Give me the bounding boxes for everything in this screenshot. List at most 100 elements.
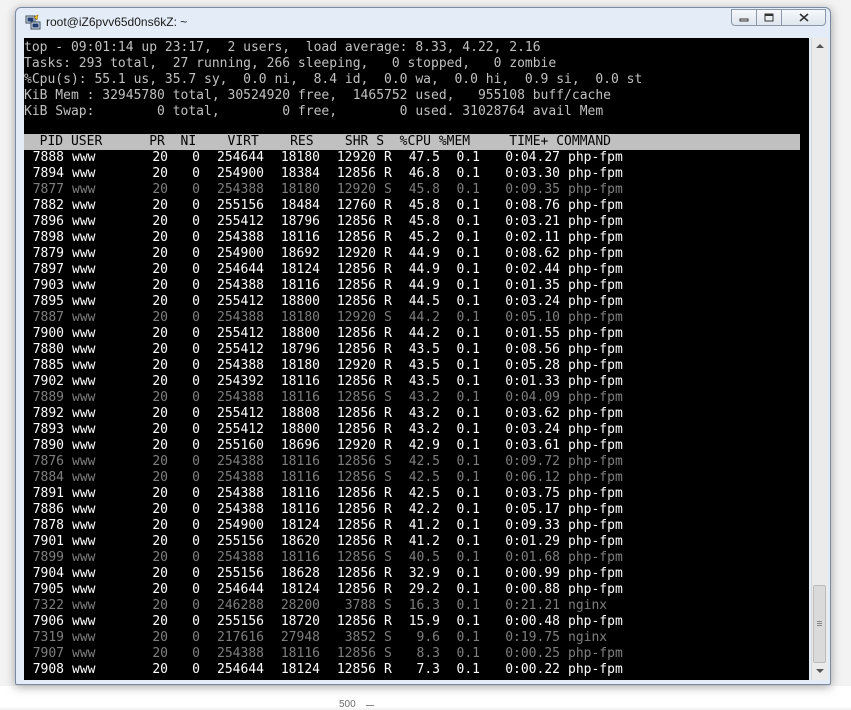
maximize-button[interactable] (756, 9, 782, 26)
process-virt-cell: 254900 (217, 246, 264, 261)
process-ni-cell: 0 (192, 166, 200, 181)
process-pid-cell: 7887 (32, 310, 64, 325)
minimize-button[interactable] (731, 9, 757, 26)
process-pid-cell: 7900 (32, 326, 64, 341)
process-time-cell: 0:04.09 (505, 390, 560, 405)
scroll-up-button[interactable] (812, 38, 828, 54)
process-cmd-cell: php-fpm (568, 646, 623, 661)
process-row: 7885 www 20 0 254388 18180 12920 R 43.5 0.1 0:05.2… (24, 358, 804, 374)
process-time-cell: 0:09.33 (505, 518, 560, 533)
process-table-header-text: PID USER PR NI VIRT RES SHR S %CPU %MEM … (24, 134, 611, 149)
process-cmd-cell: php-fpm (568, 182, 623, 197)
process-res-cell: 18628 (280, 566, 320, 581)
process-cmd-cell: nginx (568, 630, 608, 645)
process-cpu-cell: 42.2 (408, 502, 440, 517)
process-user-cell: www (72, 630, 96, 645)
process-res-cell: 18808 (280, 406, 320, 421)
process-virt-cell: 255412 (217, 326, 264, 341)
terminal-screen[interactable]: top - 09:01:14 up 23:17, 2 users, load a… (24, 38, 809, 680)
scroll-thumb[interactable] (813, 585, 826, 663)
process-user-cell: www (72, 566, 96, 581)
process-row: 7893 www 20 0 255412 18800 12856 R 43.2 0.1 0:03.2… (24, 422, 804, 438)
process-res-cell: 18116 (280, 374, 320, 389)
process-pr-cell: 20 (152, 422, 168, 437)
process-res-cell: 18116 (280, 390, 320, 405)
process-cmd-cell: php-fpm (568, 342, 623, 357)
process-mem-cell: 0.1 (456, 214, 480, 229)
process-cmd-cell: php-fpm (568, 278, 623, 293)
title-bar[interactable]: root@iZ6pvv65d0ns6kZ: ~ (16, 8, 830, 38)
process-row: 7903 www 20 0 254388 18116 12856 R 44.9 0.1 0:01.3… (24, 278, 804, 294)
process-pr-cell: 20 (152, 390, 168, 405)
window-title: root@iZ6pvv65d0ns6kZ: ~ (46, 15, 188, 29)
process-s-cell: R (384, 246, 392, 261)
process-res-cell: 18800 (280, 326, 320, 341)
process-res-cell: 18180 (280, 182, 320, 197)
process-cpu-cell: 41.2 (408, 534, 440, 549)
process-shr-cell: 12856 (336, 534, 376, 549)
process-pid-cell: 7905 (32, 582, 64, 597)
process-ni-cell: 0 (192, 150, 200, 165)
process-pid-cell: 7885 (32, 358, 64, 373)
process-cmd-cell: php-fpm (568, 310, 623, 325)
process-pr-cell: 20 (152, 246, 168, 261)
process-s-cell: S (384, 390, 392, 405)
process-time-cell: 0:08.56 (505, 342, 560, 357)
process-pr-cell: 20 (152, 278, 168, 293)
process-res-cell: 18484 (280, 198, 320, 213)
process-row: 7896 www 20 0 255412 18796 12856 R 45.8 0.1 0:03.2… (24, 214, 804, 230)
scroll-down-button[interactable] (812, 663, 828, 679)
process-ni-cell: 0 (192, 518, 200, 533)
process-res-cell: 18800 (280, 422, 320, 437)
process-ni-cell: 0 (192, 230, 200, 245)
process-user-cell: www (72, 646, 96, 661)
putty-icon[interactable] (25, 14, 41, 30)
process-time-cell: 0:09.35 (505, 182, 560, 197)
process-cpu-cell: 47.5 (408, 150, 440, 165)
process-pid-cell: 7907 (32, 646, 64, 661)
process-ni-cell: 0 (192, 582, 200, 597)
process-mem-cell: 0.1 (456, 454, 480, 469)
process-row: 7901 www 20 0 255156 18620 12856 R 41.2 0.1 0:01.2… (24, 534, 804, 550)
process-virt-cell: 254388 (217, 390, 264, 405)
process-s-cell: R (384, 214, 392, 229)
process-res-cell: 18116 (280, 646, 320, 661)
process-time-cell: 0:00.88 (505, 582, 560, 597)
process-res-cell: 18116 (280, 454, 320, 469)
process-res-cell: 18720 (280, 614, 320, 629)
vertical-scrollbar[interactable] (811, 38, 828, 680)
process-pid-cell: 7882 (32, 198, 64, 213)
process-mem-cell: 0.1 (456, 390, 480, 405)
process-cpu-cell: 42.5 (408, 454, 440, 469)
process-pid-cell: 7876 (32, 454, 64, 469)
process-cmd-cell: php-fpm (568, 262, 623, 277)
process-ni-cell: 0 (192, 342, 200, 357)
process-pid-cell: 7319 (32, 630, 64, 645)
process-cpu-cell: 7.3 (416, 662, 440, 677)
process-cpu-cell: 43.2 (408, 422, 440, 437)
process-mem-cell: 0.1 (456, 582, 480, 597)
process-pr-cell: 20 (152, 502, 168, 517)
process-pid-cell: 7906 (32, 614, 64, 629)
process-res-cell: 18116 (280, 470, 320, 485)
process-mem-cell: 0.1 (456, 630, 480, 645)
process-cpu-cell: 43.2 (408, 406, 440, 421)
process-mem-cell: 0.1 (456, 438, 480, 453)
process-pid-cell: 7877 (32, 182, 64, 197)
close-button[interactable] (781, 9, 826, 26)
process-res-cell: 18124 (280, 662, 320, 677)
process-virt-cell: 254644 (217, 582, 264, 597)
process-mem-cell: 0.1 (456, 598, 480, 613)
process-cmd-cell: php-fpm (568, 230, 623, 245)
process-shr-cell: 12856 (336, 486, 376, 501)
process-res-cell: 27948 (280, 630, 320, 645)
process-pr-cell: 20 (152, 614, 168, 629)
summary-mem-line: KiB Mem : 32945780 total, 30524920 free,… (24, 88, 611, 103)
process-pr-cell: 20 (152, 214, 168, 229)
process-shr-cell: 12920 (336, 182, 376, 197)
process-pr-cell: 20 (152, 662, 168, 677)
process-pr-cell: 20 (152, 518, 168, 533)
process-pr-cell: 20 (152, 406, 168, 421)
process-s-cell: R (384, 438, 392, 453)
process-res-cell: 18124 (280, 518, 320, 533)
